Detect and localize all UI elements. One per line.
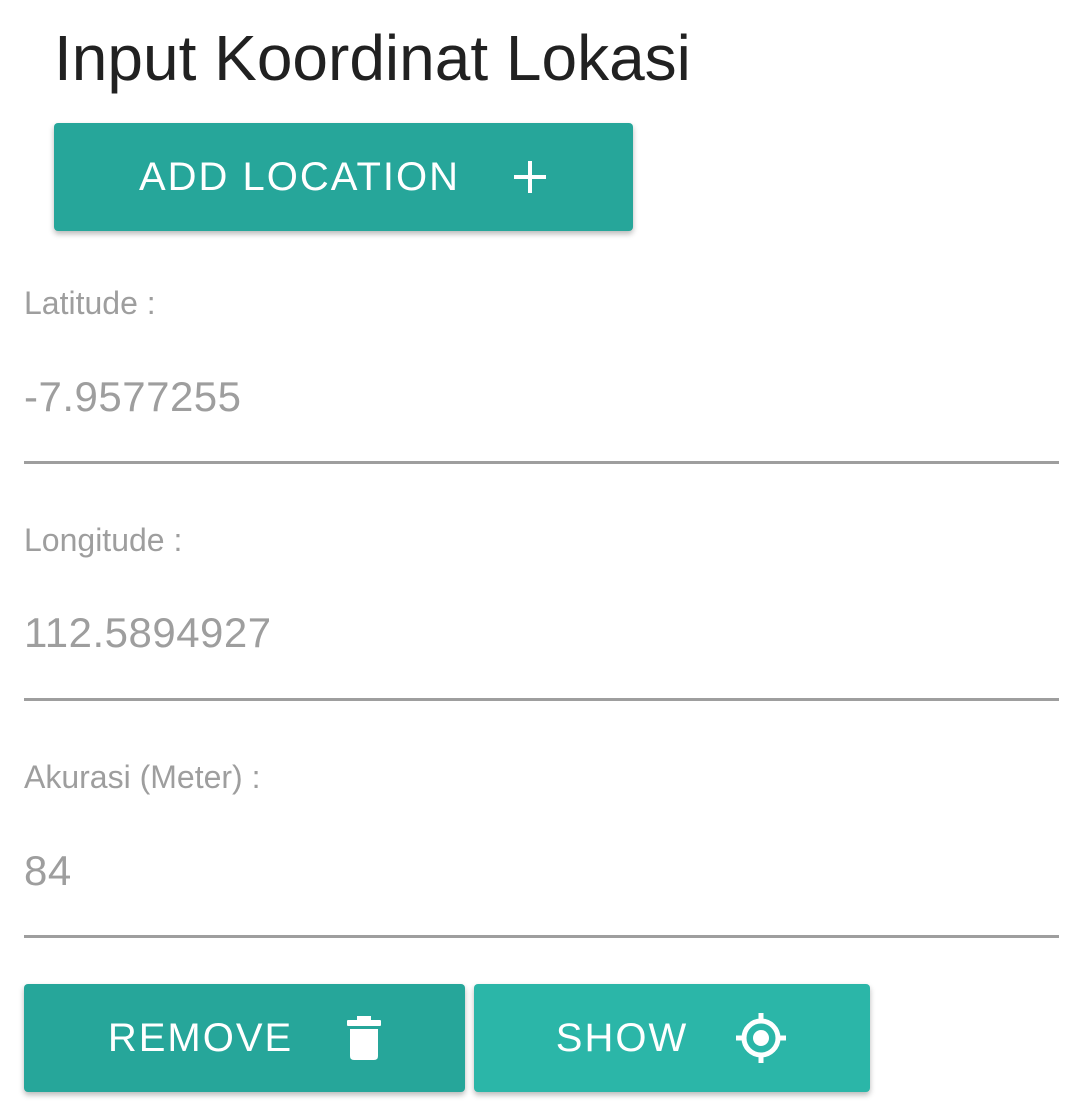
longitude-input[interactable]: 112.5894927: [24, 607, 1059, 659]
show-button[interactable]: SHOW: [474, 984, 870, 1092]
longitude-label: Longitude :: [24, 522, 183, 558]
remove-label: REMOVE: [107, 1015, 294, 1060]
longitude-underline: [24, 698, 1059, 701]
latitude-underline: [24, 461, 1059, 464]
accuracy-label: Akurasi (Meter) :: [24, 759, 261, 795]
latitude-label: Latitude :: [24, 285, 156, 321]
show-label: SHOW: [555, 1015, 689, 1060]
trash-icon: [347, 1016, 382, 1060]
crosshair-icon: [734, 1011, 788, 1065]
accuracy-underline: [24, 935, 1059, 938]
plus-icon: [512, 159, 548, 195]
remove-button[interactable]: REMOVE: [24, 984, 465, 1092]
add-location-button[interactable]: ADD LOCATION: [54, 123, 633, 231]
accuracy-input[interactable]: 84: [24, 845, 1059, 897]
latitude-input[interactable]: -7.9577255: [24, 371, 1059, 423]
add-location-label: ADD LOCATION: [138, 154, 461, 199]
page-title: Input Koordinat Lokasi: [54, 22, 691, 94]
